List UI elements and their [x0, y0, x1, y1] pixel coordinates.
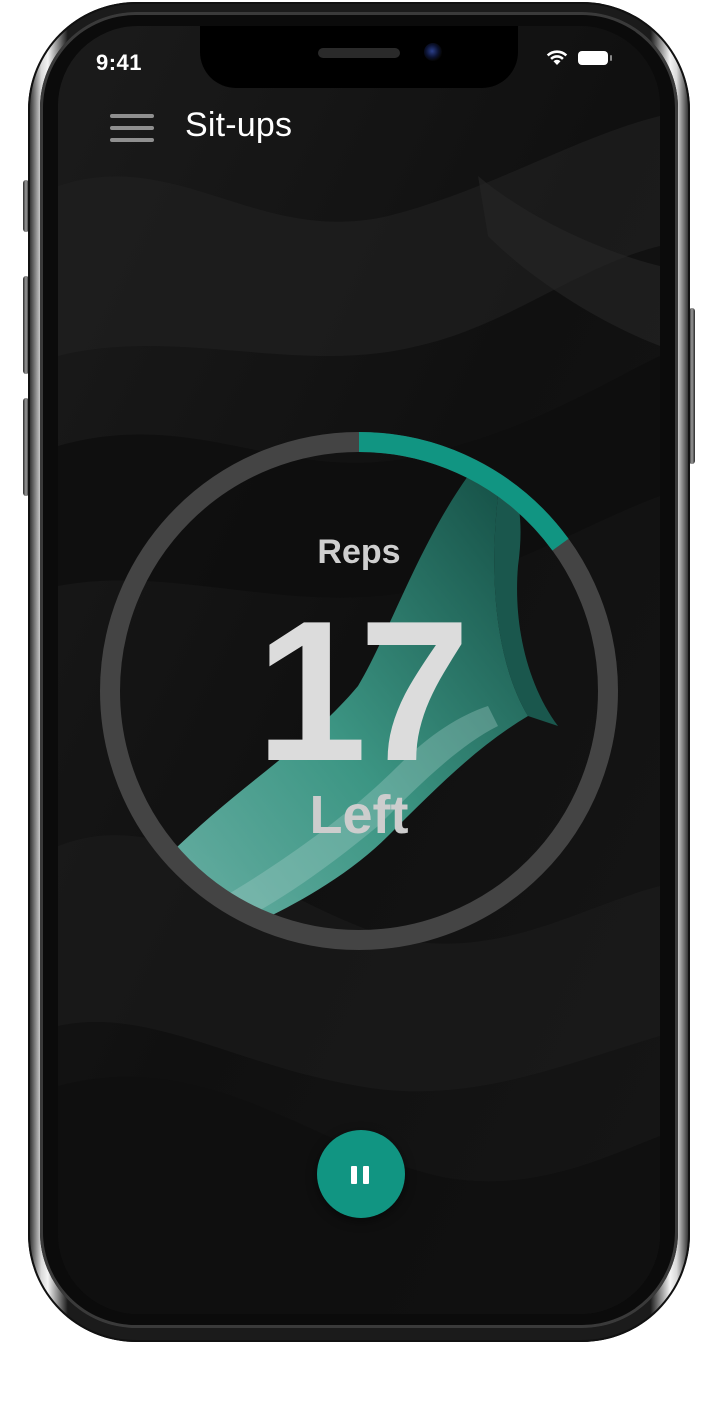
hamburger-menu-icon[interactable]: [108, 110, 156, 146]
status-icons: [546, 50, 612, 66]
reps-label: Reps: [317, 533, 401, 571]
left-label: Left: [309, 785, 409, 845]
wifi-icon: [546, 50, 568, 65]
pause-icon: [351, 1166, 371, 1184]
phone-mockup: 9:41 Sit-ups Reps 17 Left: [0, 0, 718, 1423]
battery-icon: [578, 51, 612, 65]
reps-remaining-count: 17: [255, 580, 470, 803]
front-camera: [424, 43, 442, 61]
pause-button[interactable]: [317, 1130, 405, 1218]
status-time: 9:41: [96, 50, 143, 75]
earpiece-speaker: [318, 48, 400, 58]
page-title: Sit-ups: [185, 106, 293, 144]
app-screen: 9:41 Sit-ups Reps 17 Left: [58, 26, 660, 1314]
notch: [200, 26, 518, 88]
